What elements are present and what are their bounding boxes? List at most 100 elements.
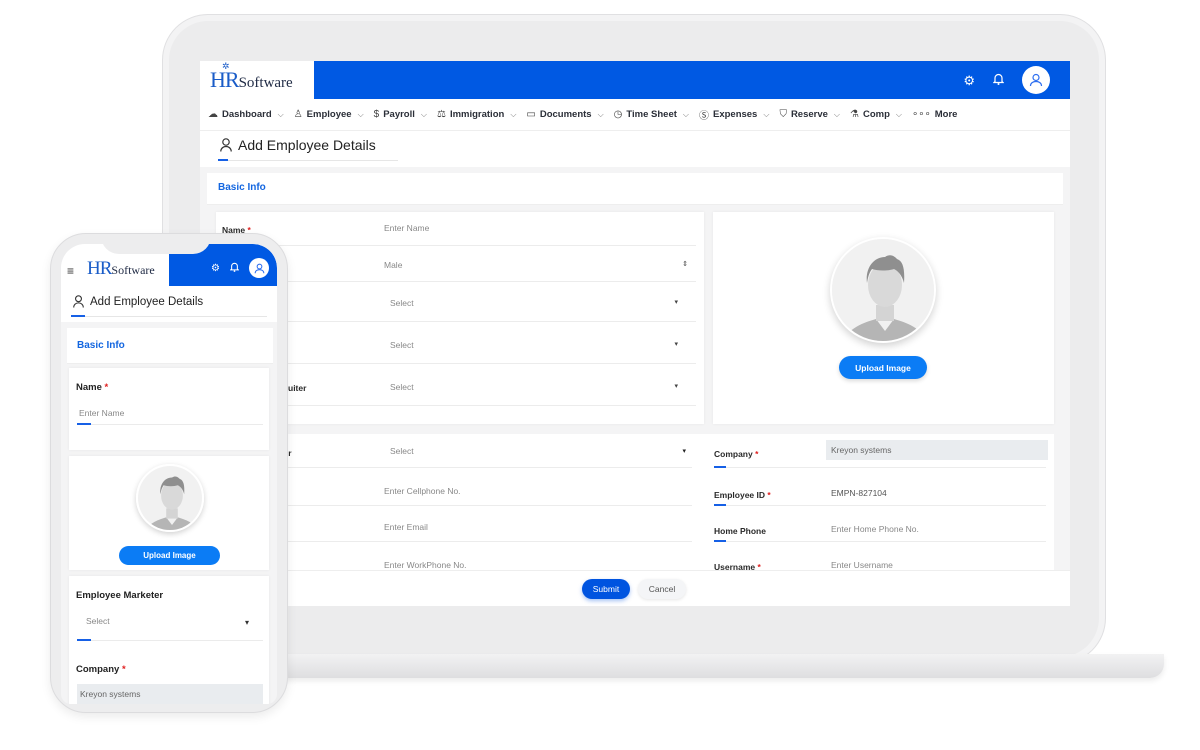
chevron-down-icon: ⌵ bbox=[277, 109, 284, 119]
field-label: Employee Marketer bbox=[76, 590, 164, 601]
nav-label: Employee bbox=[306, 109, 352, 120]
caret-down-icon[interactable]: ▾ bbox=[674, 298, 678, 306]
nav-more[interactable]: ∘∘∘ More bbox=[912, 109, 957, 120]
upload-image-button[interactable]: Upload Image bbox=[119, 546, 220, 565]
username-row: Username * Enter Username bbox=[714, 548, 1046, 572]
gender-select[interactable]: Male bbox=[384, 260, 402, 270]
compensation-icon: ⚗ bbox=[850, 109, 859, 120]
company-row: Company * Kreyon systems bbox=[714, 438, 1048, 468]
recruiter-select[interactable]: Select bbox=[390, 382, 414, 392]
nav-employee[interactable]: ♙ Employee ⌵ bbox=[294, 109, 364, 120]
chevron-down-icon: ⌵ bbox=[682, 109, 689, 119]
basic-info-header: Basic Info bbox=[207, 173, 1063, 205]
name-input[interactable]: Enter Name bbox=[79, 408, 124, 418]
nav-expenses[interactable]: Ⓢ Expenses ⌵ bbox=[699, 107, 769, 122]
home-phone-row: Home Phone Enter Home Phone No. bbox=[714, 512, 1046, 542]
nav-immigration[interactable]: ⚖ Immigration ⌵ bbox=[437, 109, 516, 120]
nav-dashboard[interactable]: ☁ Dashboard ⌵ bbox=[208, 109, 284, 120]
profile-placeholder-image bbox=[136, 464, 204, 532]
more-icon: ∘∘∘ bbox=[911, 109, 931, 120]
manager-row: r Select ▾ bbox=[222, 328, 696, 364]
title-underline bbox=[218, 159, 398, 161]
nav-payroll[interactable]: $ Payroll ⌵ bbox=[374, 109, 427, 120]
submit-button[interactable]: Submit bbox=[582, 579, 630, 599]
stamp-icon: ⚖ bbox=[436, 109, 446, 120]
nav-label: Reserve bbox=[790, 109, 828, 120]
photo-card: Upload Image bbox=[713, 212, 1054, 424]
user-icon bbox=[1029, 73, 1043, 87]
recruiter-row: uiter Select ▾ bbox=[222, 370, 696, 406]
cancel-button[interactable]: Cancel bbox=[638, 579, 686, 599]
email-input[interactable]: Enter Email bbox=[384, 522, 428, 532]
company-field: Kreyon systems bbox=[826, 440, 1048, 460]
logo[interactable]: HRSoftware bbox=[87, 258, 155, 280]
workphone-input[interactable]: Enter WorkPhone No. bbox=[384, 560, 467, 570]
marketer-select[interactable]: Select bbox=[390, 446, 414, 456]
home-phone-input[interactable]: Enter Home Phone No. bbox=[831, 524, 919, 534]
mobile-page-header: Add Employee Details bbox=[61, 286, 277, 322]
chevron-down-icon: ⌵ bbox=[763, 109, 770, 119]
caret-down-icon[interactable]: ▾ bbox=[245, 618, 249, 627]
nav-documents[interactable]: ▭ Documents ⌵ bbox=[526, 109, 603, 120]
bell-icon[interactable] bbox=[992, 73, 1005, 87]
employee-id-row: Employee ID * EMPN-827104 bbox=[714, 476, 1046, 506]
nav-time-sheet[interactable]: ◷ Time Sheet ⌵ bbox=[614, 109, 689, 120]
caret-down-icon[interactable]: ▾ bbox=[674, 382, 678, 390]
shield-icon: ⛉ bbox=[779, 109, 787, 120]
laptop-base bbox=[240, 654, 1164, 678]
folder-icon: ▭ bbox=[526, 109, 536, 120]
dollar-icon: $ bbox=[373, 109, 380, 120]
form-footer: Submit Cancel bbox=[200, 570, 1070, 606]
gear-icon[interactable]: ⚙ bbox=[211, 263, 220, 274]
logo-text: Software bbox=[238, 75, 293, 91]
name-input[interactable]: Enter Name bbox=[384, 223, 429, 233]
page-header: Add Employee Details bbox=[200, 131, 1070, 167]
email-row: Enter Email bbox=[222, 512, 692, 542]
field-label: Company * bbox=[714, 449, 759, 459]
phone-frame: ≡ HRSoftware ⚙ Add Employee Details Basi… bbox=[50, 233, 288, 713]
nav-label: Immigration bbox=[449, 109, 505, 120]
stopwatch-icon: ◷ bbox=[613, 109, 623, 120]
field-label: Home Phone bbox=[714, 526, 766, 536]
employee-type-select[interactable]: Select bbox=[390, 298, 414, 308]
nav-label: More bbox=[934, 109, 958, 120]
gender-row: Male ⇕ bbox=[222, 248, 696, 282]
cellphone-input[interactable]: Enter Cellphone No. bbox=[384, 486, 461, 496]
employee-type-row: r Select ▾ bbox=[222, 286, 696, 322]
basic-info-form: Name * Enter Name Male ⇕ r Select ▾ r Se… bbox=[216, 212, 704, 424]
name-row: Name * Enter Name bbox=[222, 212, 696, 246]
marketer-row: eter Select ▾ bbox=[222, 438, 692, 468]
dashboard-icon: ☁ bbox=[208, 109, 218, 120]
chevron-down-icon: ⌵ bbox=[895, 109, 902, 119]
user-avatar-button[interactable] bbox=[1022, 66, 1050, 94]
user-icon bbox=[73, 295, 84, 308]
profile-placeholder-image bbox=[830, 237, 936, 343]
top-bar: ✲ HRSoftware ⚙ bbox=[200, 61, 1070, 99]
upload-image-button[interactable]: Upload Image bbox=[839, 356, 927, 379]
hamburger-menu-icon[interactable]: ≡ bbox=[67, 264, 74, 278]
nav-comp[interactable]: ⚗ Comp ⌵ bbox=[850, 109, 902, 120]
mobile-app: ≡ HRSoftware ⚙ Add Employee Details Basi… bbox=[61, 244, 277, 704]
nav-reserve[interactable]: ⛉ Reserve ⌵ bbox=[779, 109, 840, 120]
nav-label: Documents bbox=[539, 109, 592, 120]
nav-label: Time Sheet bbox=[626, 109, 677, 120]
logo[interactable]: ✲ HRSoftware bbox=[200, 61, 314, 99]
chevron-down-icon: ⌵ bbox=[510, 109, 517, 119]
caret-down-icon[interactable]: ▾ bbox=[682, 447, 686, 455]
desktop-app: ✲ HRSoftware ⚙ ☁ Dashboard ⌵ ♙ Employee ⌵ $ Pa… bbox=[200, 61, 1070, 606]
manager-select[interactable]: Select bbox=[390, 340, 414, 350]
section-title: Basic Info bbox=[77, 340, 125, 351]
company-field: Kreyon systems bbox=[77, 684, 263, 704]
user-avatar-button[interactable] bbox=[249, 258, 269, 278]
gear-icon[interactable]: ⚙ bbox=[963, 74, 975, 87]
caret-down-icon[interactable]: ▾ bbox=[674, 340, 678, 348]
field-label: Employee ID * bbox=[714, 490, 771, 500]
updown-arrow-icon[interactable]: ⇕ bbox=[682, 260, 688, 268]
phone-notch bbox=[101, 234, 211, 254]
marketer-select[interactable]: Select bbox=[86, 616, 110, 626]
chevron-down-icon: ⌵ bbox=[420, 109, 427, 119]
nav-label: Dashboard bbox=[222, 109, 272, 120]
bell-icon[interactable] bbox=[229, 259, 240, 277]
username-input[interactable]: Enter Username bbox=[831, 560, 893, 570]
main-nav: ☁ Dashboard ⌵ ♙ Employee ⌵ $ Payroll ⌵ ⚖ Immigr… bbox=[200, 99, 1070, 131]
